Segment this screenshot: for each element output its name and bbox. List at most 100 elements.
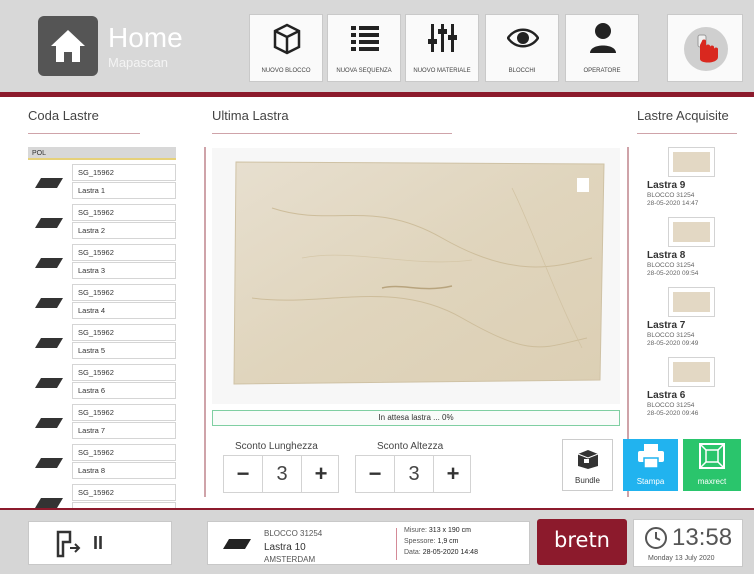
acquired-slab-item[interactable]: Lastra 7 BLOCCO 31254 28-05-2020 09:49 <box>641 287 751 357</box>
queue-item-name: Lastra 2 <box>72 222 176 239</box>
maxrect-button[interactable]: maxrect <box>683 439 741 491</box>
acquired-slabs-list[interactable]: Lastra 9 BLOCCO 31254 28-05-2020 14:47 Last… <box>641 147 751 427</box>
queue-item[interactable]: SG_15962 Lastra 7 <box>28 404 176 440</box>
nuovo-materiale-button[interactable]: NUOVO MATERIALE <box>405 14 479 82</box>
clock-icon <box>645 527 667 549</box>
blocchi-label: BLOCCHI <box>508 68 536 74</box>
acquired-slab-name: Lastra 6 <box>647 390 686 401</box>
slab-icon <box>35 258 63 268</box>
queue-item[interactable]: SG_15962 Lastra 4 <box>28 284 176 320</box>
footer-lastra: Lastra 10 <box>264 542 306 553</box>
queue-item-name: Lastra 6 <box>72 382 176 399</box>
clock-time: 13:58 <box>672 524 733 551</box>
queue-item[interactable]: SG_15962 Lastra 6 <box>28 364 176 400</box>
acquired-slab-name: Lastra 8 <box>647 250 686 261</box>
slab-icon <box>35 298 63 308</box>
queue-item-code: SG_15962 <box>72 324 176 341</box>
header-accent-bar <box>0 92 754 97</box>
sconto-altezza-minus-button[interactable]: − <box>356 456 394 492</box>
queue-item[interactable]: SG_15962 Lastra 1 <box>28 164 176 200</box>
last-slab-preview <box>212 148 620 404</box>
queue-item-code: SG_15962 <box>72 164 176 181</box>
slab-icon <box>35 218 63 228</box>
sconto-lunghezza-label: Sconto Lunghezza <box>235 441 318 452</box>
queue-item-code: SG_15962 <box>72 444 176 461</box>
queue-item[interactable]: SG_15962 Lastra 2 <box>28 204 176 240</box>
sconto-lunghezza-minus-button[interactable]: − <box>224 456 262 492</box>
queue-item-name: Lastra 4 <box>72 302 176 319</box>
slab-thumbnail <box>668 357 715 387</box>
slab-icon <box>35 338 63 348</box>
page-title: Home <box>108 22 183 53</box>
nuova-sequenza-label: NUOVA SEQUENZA <box>336 68 392 74</box>
slab-thumbnail <box>668 147 715 177</box>
acquired-slab-item[interactable]: Lastra 6 BLOCCO 31254 28-05-2020 09:46 <box>641 357 751 427</box>
clock-panel: 13:58 Monday 13 July 2020 <box>633 519 743 567</box>
queue-item[interactable]: SG_15962 Lastra 3 <box>28 244 176 280</box>
sconto-altezza-plus-button[interactable]: + <box>434 456 472 492</box>
nuovo-materiale-label: NUOVO MATERIALE <box>413 68 471 74</box>
slab-icon <box>35 418 63 428</box>
footer-blocco: BLOCCO 31254 <box>264 529 323 538</box>
sconto-altezza-value[interactable]: 3 <box>394 456 434 492</box>
queue-item-code: SG_15962 <box>72 484 176 501</box>
queue-item[interactable]: SG_15962 Lastra 5 <box>28 324 176 360</box>
acquired-slab-blocco: BLOCCO 31254 <box>647 402 695 409</box>
acquired-slab-blocco: BLOCCO 31254 <box>647 332 695 339</box>
slab-thumbnail <box>668 217 715 247</box>
ultima-lastra-underline <box>212 133 452 134</box>
queue-item-code: SG_15962 <box>72 284 176 301</box>
slab-thumbnail <box>668 287 715 317</box>
nuovo-blocco-label: NUOVO BLOCCO <box>261 68 311 74</box>
slab-image <box>233 161 605 385</box>
nuovo-blocco-button[interactable]: NUOVO BLOCCO <box>249 14 323 82</box>
stampa-label: Stampa <box>636 477 665 486</box>
bundle-label: Bundle <box>575 476 600 485</box>
top-header: Home Mapascan NUOVO BLOCCO NUOVA SEQUENZ… <box>0 0 754 92</box>
brand-text: bretn <box>554 528 610 552</box>
data-value: 28-05-2020 14:48 <box>422 549 478 556</box>
queue-item[interactable]: SG_15962 Lastra 8 <box>28 444 176 480</box>
acquired-slab-date: 28-05-2020 09:46 <box>647 410 699 417</box>
queue-item-name: Lastra 5 <box>72 342 176 359</box>
operatore-button[interactable]: OPERATORE <box>565 14 639 82</box>
operatore-label: OPERATORE <box>583 68 621 74</box>
slab-icon <box>35 458 63 468</box>
cube-icon <box>273 23 301 55</box>
printer-icon <box>638 444 664 469</box>
acquired-slab-blocco: BLOCCO 31254 <box>647 262 695 269</box>
home-button[interactable] <box>38 16 98 76</box>
pause-button[interactable]: II <box>93 533 103 554</box>
list-icon <box>351 26 379 51</box>
sconto-altezza-stepper: − 3 + <box>355 455 471 493</box>
acquired-slab-name: Lastra 7 <box>647 320 686 331</box>
maxrect-label: maxrect <box>697 477 727 486</box>
coda-lastre-title: Coda Lastre <box>28 108 99 123</box>
slab-queue-list[interactable]: POL SG_15962 Lastra 1 SG_15962 Lastra 2 SG_1… <box>28 147 176 512</box>
queue-item-name: Lastra 7 <box>72 422 176 439</box>
nuova-sequenza-button[interactable]: NUOVA SEQUENZA <box>327 14 401 82</box>
progress-text: In attesa lastra ... 0% <box>378 413 454 422</box>
bundle-button[interactable]: Bundle <box>562 439 613 491</box>
breton-logo: bretn <box>537 519 627 565</box>
sconto-lunghezza-value[interactable]: 3 <box>262 456 302 492</box>
acquired-slab-item[interactable]: Lastra 9 BLOCCO 31254 28-05-2020 14:47 <box>641 147 751 217</box>
sconto-lunghezza-stepper: − 3 + <box>223 455 339 493</box>
acquired-slab-date: 28-05-2020 14:47 <box>647 200 699 207</box>
acquired-slab-name: Lastra 9 <box>647 180 686 191</box>
misure-label: Misure: <box>404 527 427 534</box>
machine-icon[interactable] <box>55 530 81 558</box>
page-subtitle: Mapascan <box>108 55 168 70</box>
queue-item-name: Lastra 3 <box>72 262 176 279</box>
stampa-button[interactable]: Stampa <box>623 439 678 491</box>
blocchi-button[interactable]: BLOCCHI <box>485 14 559 82</box>
lastre-acquisite-underline <box>637 133 737 134</box>
slab-icon <box>35 378 63 388</box>
data-label: Data: <box>404 549 421 556</box>
acquired-slab-item[interactable]: Lastra 8 BLOCCO 31254 28-05-2020 09:54 <box>641 217 751 287</box>
sconto-lunghezza-plus-button[interactable]: + <box>302 456 340 492</box>
touch-mode-button[interactable] <box>667 14 743 82</box>
touch-hand-icon <box>684 27 728 71</box>
queue-group-header: POL <box>28 147 176 160</box>
acquired-slab-date: 28-05-2020 09:49 <box>647 340 699 347</box>
